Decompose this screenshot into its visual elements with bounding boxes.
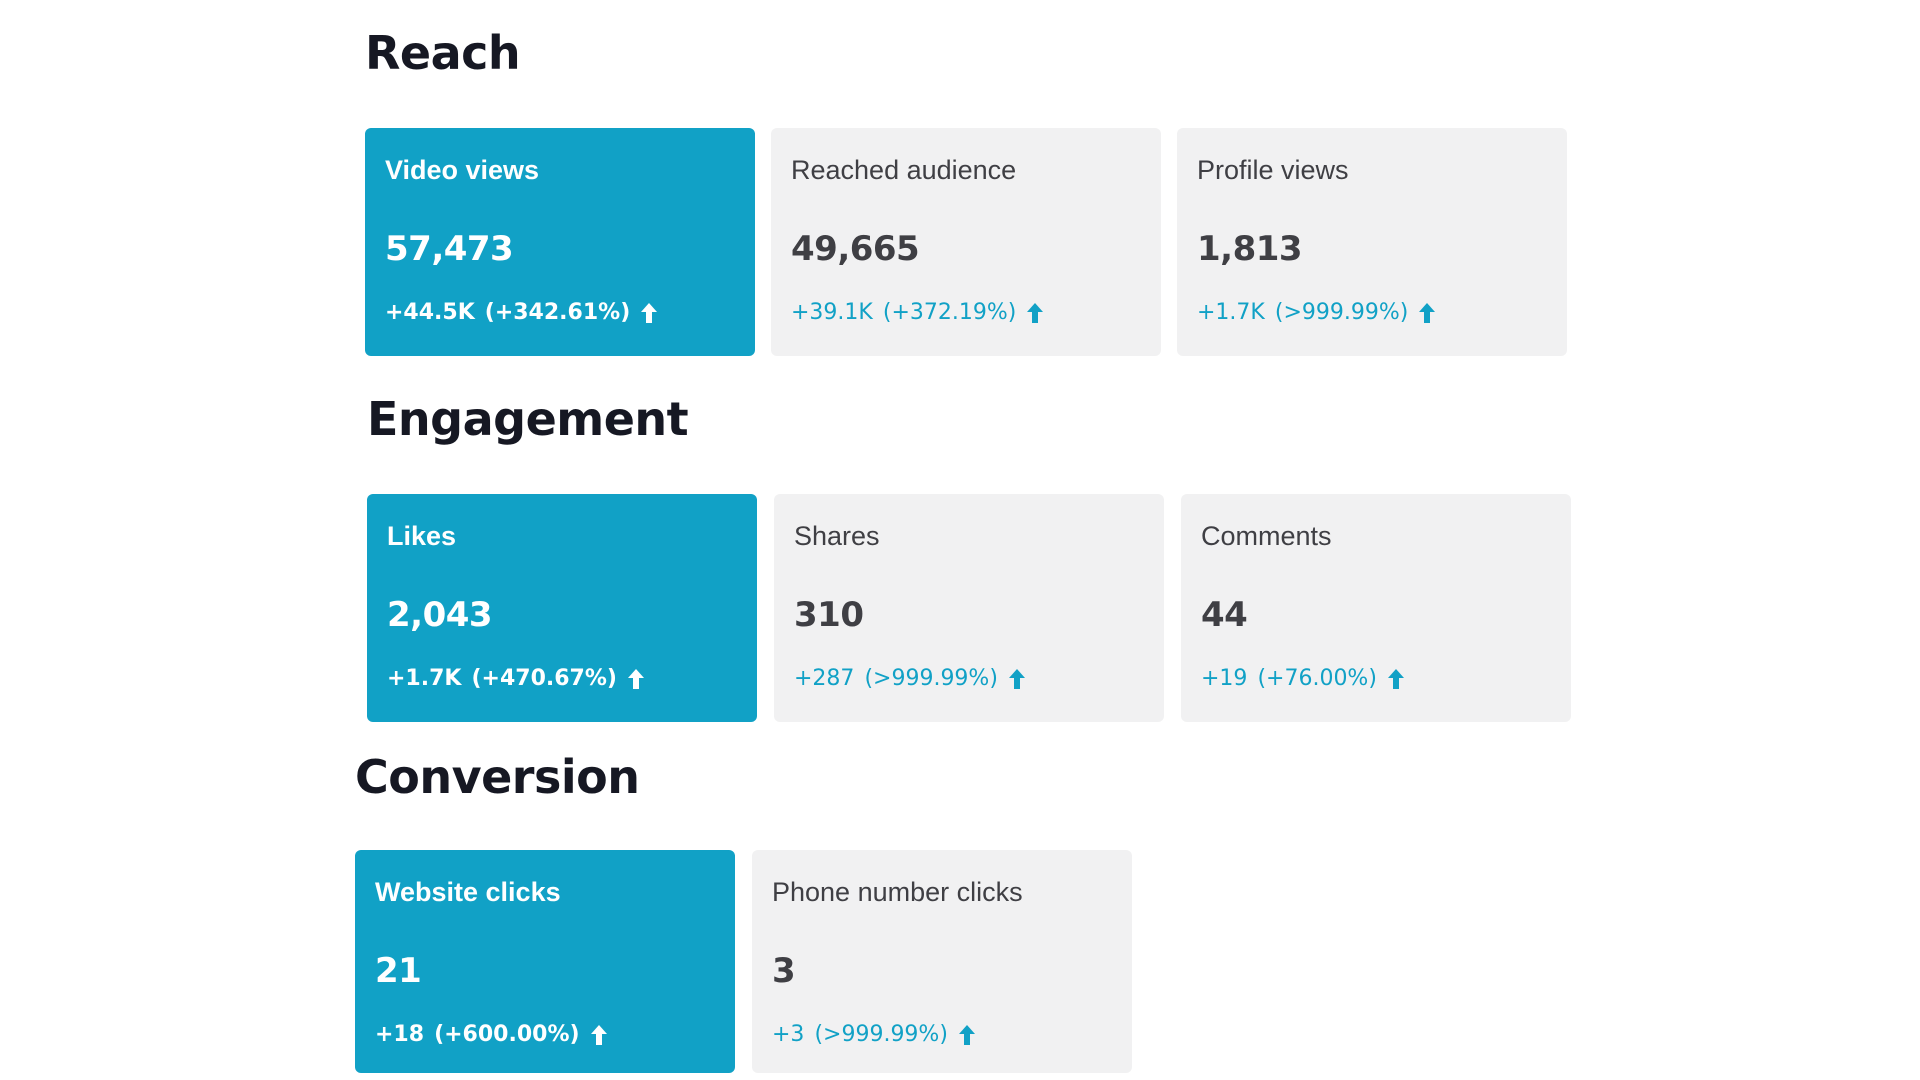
metric-change-amount: +44.5K — [385, 300, 475, 325]
metric-card-profile-views[interactable]: Profile views 1,813 +1.7K (>999.99%) — [1177, 128, 1567, 356]
metric-value: 3 — [772, 951, 796, 991]
arrow-up-icon — [958, 1024, 976, 1046]
metric-card-video-views[interactable]: Video views 57,473 +44.5K (+342.61%) — [365, 128, 755, 356]
metric-change-amount: +3 — [772, 1022, 805, 1047]
metric-value: 57,473 — [385, 229, 514, 269]
metric-change-amount: +287 — [794, 666, 855, 691]
metric-change: +287 (>999.99%) — [794, 668, 1026, 690]
metric-change-amount: +18 — [375, 1022, 425, 1047]
metric-change-percent: (>999.99%) — [1274, 300, 1409, 325]
metric-change-percent: (+76.00%) — [1257, 666, 1377, 691]
metric-change-percent: (>999.99%) — [864, 666, 998, 691]
metric-change-amount: +1.7K — [1197, 300, 1265, 325]
metric-change-percent: (+342.61%) — [484, 300, 631, 325]
arrow-up-icon — [1026, 302, 1044, 324]
metric-card-likes[interactable]: Likes 2,043 +1.7K (+470.67%) — [367, 494, 757, 722]
metric-change: +1.7K (>999.99%) — [1197, 302, 1436, 324]
arrow-up-icon — [590, 1024, 608, 1046]
metric-change: +1.7K (+470.67%) — [387, 668, 645, 690]
metric-change: +18 (+600.00%) — [375, 1024, 608, 1046]
arrow-up-icon — [1387, 668, 1405, 690]
arrow-up-icon — [1418, 302, 1436, 324]
metric-change-amount: +39.1K — [791, 300, 873, 325]
section-title-reach: Reach — [365, 26, 521, 80]
metric-change-percent: (>999.99%) — [814, 1022, 948, 1047]
metric-card-shares[interactable]: Shares 310 +287 (>999.99%) — [774, 494, 1164, 722]
metric-label: Phone number clicks — [772, 877, 1023, 907]
arrow-up-icon — [627, 668, 645, 690]
metric-label: Video views — [385, 155, 540, 185]
metric-card-phone-number-clicks[interactable]: Phone number clicks 3 +3 (>999.99%) — [752, 850, 1132, 1073]
section-title-conversion: Conversion — [355, 750, 640, 804]
metric-change: +44.5K (+342.61%) — [385, 302, 658, 324]
metric-change-percent: (+372.19%) — [882, 300, 1017, 325]
metric-change: +3 (>999.99%) — [772, 1024, 976, 1046]
section-title-engagement: Engagement — [367, 392, 689, 446]
metric-label: Likes — [387, 521, 457, 551]
metric-value: 1,813 — [1197, 229, 1303, 269]
metric-change: +39.1K (+372.19%) — [791, 302, 1044, 324]
metric-label: Profile views — [1197, 155, 1349, 185]
metric-value: 44 — [1201, 595, 1248, 635]
metric-value: 21 — [375, 951, 422, 991]
metric-value: 310 — [794, 595, 864, 635]
metric-card-comments[interactable]: Comments 44 +19 (+76.00%) — [1181, 494, 1571, 722]
arrow-up-icon — [1008, 668, 1026, 690]
metric-value: 2,043 — [387, 595, 493, 635]
arrow-up-icon — [640, 302, 658, 324]
metric-label: Website clicks — [375, 877, 561, 907]
metric-label: Reached audience — [791, 155, 1017, 185]
metric-card-website-clicks[interactable]: Website clicks 21 +18 (+600.00%) — [355, 850, 735, 1073]
metric-change-amount: +1.7K — [387, 666, 462, 691]
metric-change-percent: (+470.67%) — [471, 666, 617, 691]
metric-card-reached-audience[interactable]: Reached audience 49,665 +39.1K (+372.19%… — [771, 128, 1161, 356]
metric-change: +19 (+76.00%) — [1201, 668, 1405, 690]
metric-value: 49,665 — [791, 229, 920, 269]
metric-change-amount: +19 — [1201, 666, 1248, 691]
metric-label: Shares — [794, 521, 880, 551]
metric-label: Comments — [1201, 521, 1332, 551]
metric-change-percent: (+600.00%) — [434, 1022, 580, 1047]
